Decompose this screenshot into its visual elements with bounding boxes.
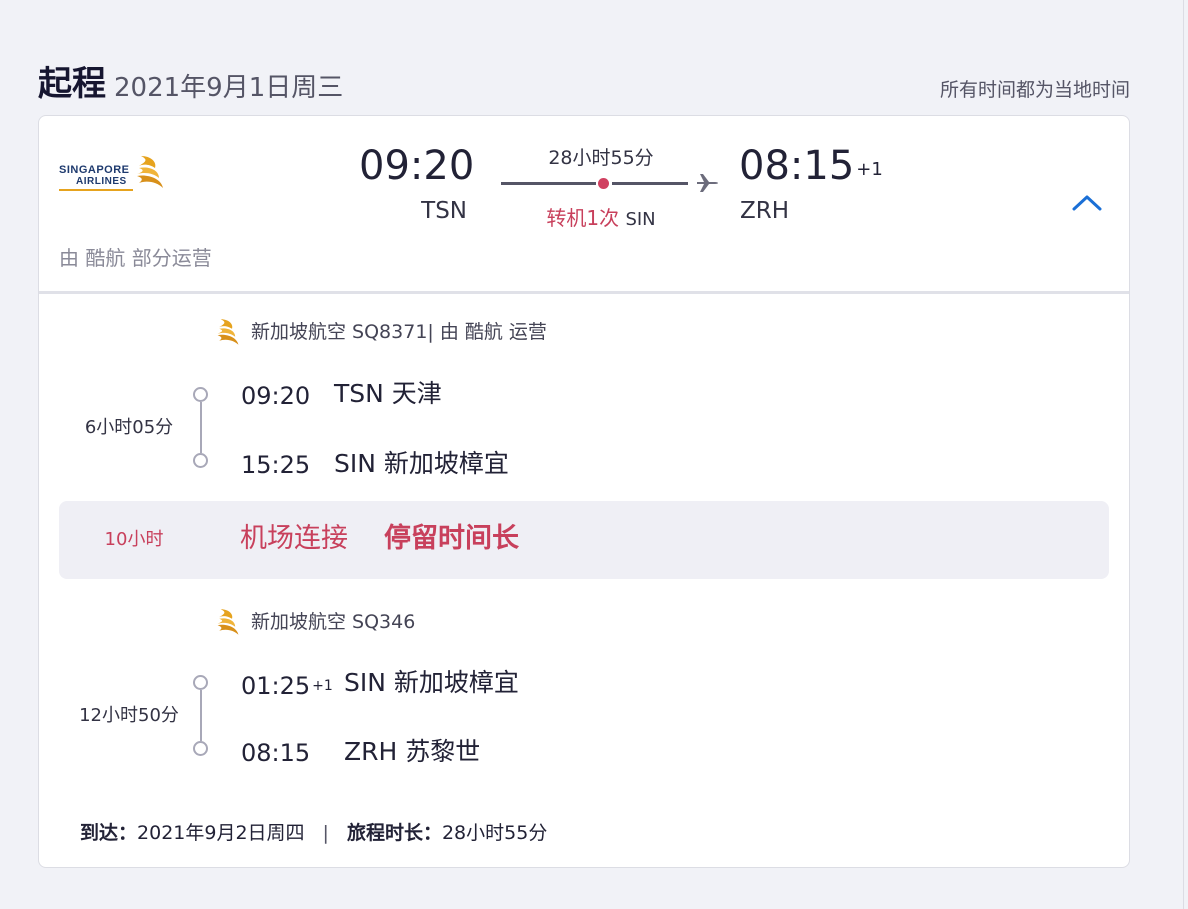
singapore-airlines-bird-icon: [217, 609, 239, 635]
arrival-day-offset: +1: [856, 159, 883, 180]
timeline-circle-icon: [193, 387, 208, 402]
segment-airline-label: 新加坡航空 SQ8371| 由 酷航 运营: [251, 321, 547, 343]
route-line: [501, 182, 596, 185]
leg-arrival-time: 08:15: [241, 739, 311, 767]
timeline-line: [200, 690, 202, 741]
outbound-header: 起程 2021年9月1日周三 所有时间都为当地时间: [38, 62, 1130, 112]
arrival-date: 2021年9月2日周四: [137, 822, 305, 844]
trip-duration-label: 旅程时长：: [346, 822, 442, 844]
page-right-border: [1183, 0, 1184, 909]
leg-departure-day-offset: +1: [312, 678, 333, 694]
divider: [39, 291, 1129, 294]
total-duration: 28小时55分: [548, 147, 654, 169]
stop-airport-code: SIN: [625, 209, 656, 230]
stop-dot: [598, 178, 609, 189]
arrival-time-group: 08:15 +1: [739, 142, 883, 190]
timeline-circle-icon: [193, 453, 208, 468]
section-title: 起程: [38, 64, 106, 104]
operated-by-note: 由 酷航 部分运营: [59, 246, 212, 270]
stops-info: 转机1次 SIN: [501, 204, 701, 234]
timeline-line: [200, 402, 202, 453]
airport-connection-label: 机场连接: [240, 523, 348, 554]
leg-departure-time-group: 01:25 +1: [241, 670, 333, 702]
leg-departure-time: 09:20: [241, 382, 311, 410]
long-layover-warning: 停留时间长: [384, 523, 519, 554]
flight-summary[interactable]: SINGAPORE AIRLINES 09:20 TSN 28小时55分 转机1…: [39, 116, 1129, 293]
leg-departure-airport: SIN 新加坡樟宜: [344, 668, 519, 697]
itinerary-footer: 到达：2021年9月2日周四 | 旅程时长：28小时55分: [80, 819, 547, 847]
footer-separator: |: [322, 822, 329, 844]
trip-duration: 28小时55分: [441, 822, 548, 844]
leg-arrival-time: 15:25: [241, 451, 311, 479]
timeline-circle-icon: [193, 741, 208, 756]
segment-airline-label: 新加坡航空 SQ346: [251, 611, 416, 633]
leg-arrival-airport: ZRH 苏黎世: [344, 737, 481, 766]
leg-arrival-airport: SIN 新加坡樟宜: [334, 449, 509, 478]
flight-card: SINGAPORE AIRLINES 09:20 TSN 28小时55分 转机1…: [38, 115, 1130, 868]
layover-duration: 10小时: [104, 529, 164, 550]
arrival-airport-code: ZRH: [740, 198, 790, 224]
local-time-note: 所有时间都为当地时间: [939, 79, 1130, 101]
singapore-airlines-bird-icon: [137, 156, 163, 188]
arrival-time: 08:15: [739, 143, 855, 189]
plane-icon: [697, 174, 718, 192]
departure-airport-code: TSN: [421, 198, 467, 224]
leg-duration: 12小时50分: [79, 705, 179, 726]
singapore-airlines-bird-icon: [217, 319, 239, 345]
stops-count: 转机1次: [546, 206, 620, 230]
leg-duration: 6小时05分: [84, 417, 174, 438]
layover-banner: 10小时 机场连接 停留时间长: [59, 501, 1109, 579]
leg-departure-airport: TSN 天津: [334, 379, 442, 408]
singapore-airlines-logo: SINGAPORE AIRLINES: [59, 152, 169, 194]
arrival-label: 到达：: [80, 822, 138, 844]
departure-date: 2021年9月1日周三: [114, 73, 344, 103]
leg-departure-time: 01:25: [241, 672, 311, 700]
departure-time: 09:20: [359, 143, 475, 189]
route-line: [612, 182, 688, 185]
timeline-circle-icon: [193, 675, 208, 690]
chevron-up-icon[interactable]: [1069, 190, 1105, 214]
